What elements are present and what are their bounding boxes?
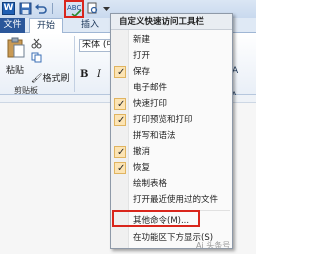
checkmark-icon: ✓ <box>117 147 126 158</box>
qat-separator <box>52 3 53 14</box>
style-button-a[interactable]: A <box>232 66 250 76</box>
menu-item-draw-table[interactable]: 绘制表格 <box>111 177 232 192</box>
menu-item-label: 保存 <box>133 67 151 77</box>
word-app-icon[interactable]: W <box>2 2 15 15</box>
copy-icon[interactable] <box>31 52 42 63</box>
menu-item-open[interactable]: 打开 <box>111 49 232 64</box>
spelling-icon-highlight <box>64 0 84 18</box>
checkmark-icon: ✓ <box>117 67 126 78</box>
format-painter-label: 格式刷 <box>42 74 70 84</box>
print-preview-icon[interactable] <box>86 2 99 15</box>
undo-icon[interactable] <box>34 2 47 15</box>
menu-item-new[interactable]: 新建 <box>111 33 232 48</box>
menu-item-recent-files[interactable]: 打开最近使用过的文件 <box>111 193 232 208</box>
check-box: ✓ <box>114 146 126 158</box>
format-painter-button[interactable]: 🖌格式刷 <box>31 71 69 84</box>
italic-button[interactable]: I <box>97 69 101 80</box>
group-separator <box>74 36 75 92</box>
check-box: ✓ <box>114 66 126 78</box>
watermark: Ai 头条号 <box>196 241 231 250</box>
bold-button[interactable]: B <box>80 69 88 80</box>
menu-item-label: 电子邮件 <box>133 83 168 93</box>
tab-home[interactable]: 开始 <box>29 18 63 33</box>
cut-icon[interactable] <box>31 38 42 49</box>
menu-item-label: 拼写和语法 <box>133 131 176 141</box>
menu-item-save[interactable]: ✓ 保存 <box>111 65 232 80</box>
paste-icon[interactable] <box>6 37 26 59</box>
check-box: ✓ <box>114 98 126 110</box>
menu-item-email[interactable]: 电子邮件 <box>111 81 232 96</box>
menu-header: 自定义快速访问工具栏 <box>111 14 232 30</box>
menu-item-label: 打开最近使用过的文件 <box>133 195 219 205</box>
menu-item-label: 打开 <box>133 51 151 61</box>
menu-item-label: 新建 <box>133 35 151 45</box>
paste-button[interactable]: 粘贴 <box>6 63 24 76</box>
save-icon[interactable] <box>19 2 32 15</box>
check-box: ✓ <box>114 162 126 174</box>
menu-item-quick-print[interactable]: ✓ 快速打印 <box>111 97 232 112</box>
checkmark-icon: ✓ <box>117 115 126 126</box>
more-commands-highlight <box>112 210 200 227</box>
menu-item-label: 绘制表格 <box>133 179 168 189</box>
format-painter-icon: 🖌 <box>31 74 43 84</box>
tab-file[interactable]: 文件 <box>0 18 25 33</box>
menu-item-label: 快速打印 <box>133 99 168 109</box>
menu-item-label: 恢复 <box>133 163 151 173</box>
check-box: ✓ <box>114 114 126 126</box>
tab-insert[interactable]: 插入 <box>75 18 105 33</box>
menu-item-undo[interactable]: ✓ 撤消 <box>111 145 232 160</box>
menu-item-print-preview[interactable]: ✓ 打印预览和打印 <box>111 113 232 128</box>
menu-item-label: 撤消 <box>133 147 151 157</box>
menu-item-label: 打印预览和打印 <box>133 115 193 125</box>
checkmark-icon: ✓ <box>117 163 126 174</box>
checkmark-icon: ✓ <box>117 99 126 110</box>
menu-item-spelling[interactable]: 拼写和语法 <box>111 129 232 144</box>
menu-item-redo[interactable]: ✓ 恢复 <box>111 161 232 176</box>
